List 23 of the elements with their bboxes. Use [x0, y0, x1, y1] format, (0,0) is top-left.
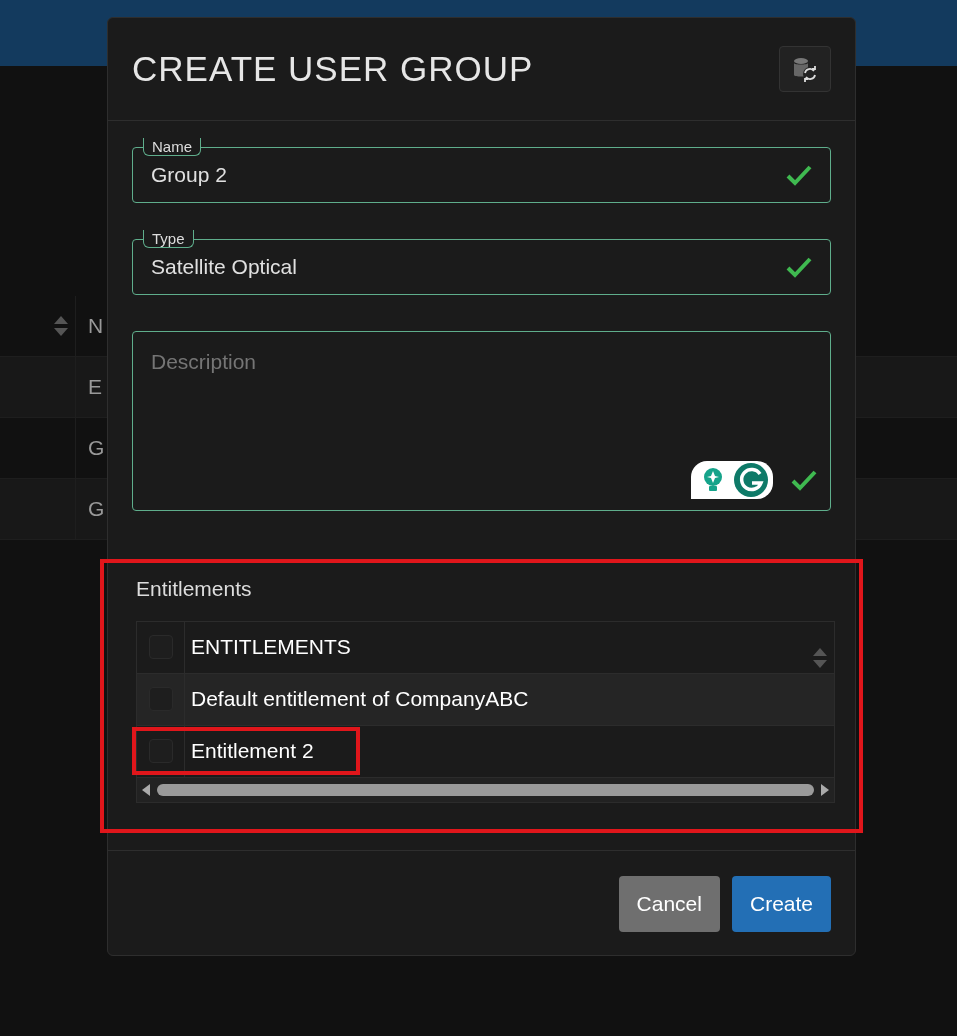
- create-button[interactable]: Create: [731, 876, 831, 932]
- dialog-title: CREATE USER GROUP: [132, 48, 534, 90]
- table-cell-text: G: [87, 496, 105, 523]
- scroll-right-icon[interactable]: [820, 783, 830, 796]
- writing-assistant-icon[interactable]: [691, 461, 773, 499]
- scroll-left-icon[interactable]: [141, 783, 151, 796]
- table-cell-text: Default entitlement of CompanyABC: [191, 686, 529, 713]
- table-cell-text: E: [87, 374, 102, 401]
- database-refresh-icon: [792, 56, 818, 82]
- column-header: N: [87, 313, 104, 340]
- section-title: Entitlements: [136, 576, 253, 602]
- table-cell-text: G: [87, 435, 105, 462]
- sort-icon[interactable]: [53, 315, 69, 337]
- refresh-button[interactable]: [779, 46, 831, 92]
- cancel-button[interactable]: Cancel: [618, 876, 720, 932]
- table-cell-text: Entitlement 2: [191, 738, 314, 765]
- horizontal-scrollbar[interactable]: [137, 777, 834, 802]
- field-value: Group 2: [151, 162, 228, 189]
- description-field[interactable]: Description: [132, 331, 831, 511]
- field-label: Type: [143, 230, 194, 248]
- field-value: Satellite Optical: [151, 254, 298, 281]
- column-header: ENTITLEMENTS: [191, 634, 351, 661]
- field-label: Name: [143, 138, 201, 156]
